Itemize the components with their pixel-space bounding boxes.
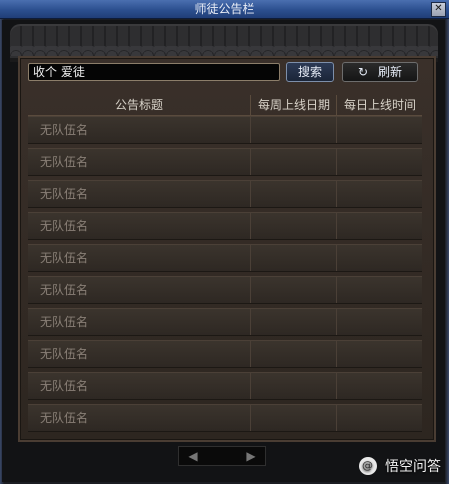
row-weekly-date	[250, 149, 337, 175]
search-button[interactable]: 搜索	[286, 62, 334, 82]
row-daily-time	[336, 405, 423, 431]
row-weekly-date	[250, 277, 337, 303]
row-daily-time	[336, 149, 423, 175]
row-daily-time	[336, 373, 423, 399]
header-weekly-date: 每周上线日期	[250, 95, 337, 115]
table-row[interactable]: 无队伍名	[28, 404, 422, 432]
row-weekly-date	[250, 213, 337, 239]
row-daily-time	[336, 341, 423, 367]
row-title: 无队伍名	[40, 251, 89, 265]
table-row[interactable]: 无队伍名	[28, 148, 422, 176]
roof-tiles	[10, 46, 438, 56]
search-input[interactable]: 收个 爱徒	[28, 63, 280, 81]
refresh-icon: ↻	[358, 65, 369, 79]
row-daily-time	[336, 181, 423, 207]
row-daily-time	[336, 309, 423, 335]
row-weekly-date	[250, 181, 337, 207]
row-title: 无队伍名	[40, 123, 89, 137]
next-page-button[interactable]: ▶	[241, 448, 261, 464]
row-daily-time	[336, 277, 423, 303]
row-daily-time	[336, 245, 423, 271]
row-title: 无队伍名	[40, 219, 89, 233]
table-row[interactable]: 无队伍名	[28, 276, 422, 304]
close-button[interactable]: ✕	[431, 2, 446, 17]
row-title: 无队伍名	[40, 187, 89, 201]
row-weekly-date	[250, 405, 337, 431]
watermark-text: 悟空问答	[385, 459, 441, 475]
table-row[interactable]: 无队伍名	[28, 116, 422, 144]
table-row[interactable]: 无队伍名	[28, 244, 422, 272]
row-title: 无队伍名	[40, 379, 89, 393]
row-weekly-date	[250, 341, 337, 367]
row-title: 无队伍名	[40, 283, 89, 297]
watermark-logo-icon: @	[358, 457, 377, 475]
header-daily-time: 每日上线时间	[336, 95, 423, 115]
row-title: 无队伍名	[40, 155, 89, 169]
row-title: 无队伍名	[40, 315, 89, 329]
prev-page-button[interactable]: ◀	[183, 448, 203, 464]
row-title: 无队伍名	[40, 347, 89, 361]
row-weekly-date	[250, 373, 337, 399]
row-daily-time	[336, 117, 423, 143]
table-row[interactable]: 无队伍名	[28, 212, 422, 240]
refresh-label: 刷新	[377, 65, 402, 79]
table-row[interactable]: 无队伍名	[28, 308, 422, 336]
watermark: @ 悟空问答	[358, 457, 441, 477]
window-titlebar: 师徒公告栏 ✕	[0, 0, 449, 19]
pagination: ◀ ▶	[178, 446, 266, 466]
row-daily-time	[336, 213, 423, 239]
row-title: 无队伍名	[40, 411, 89, 425]
window-title: 师徒公告栏	[194, 2, 255, 16]
refresh-button[interactable]: ↻ 刷新	[342, 62, 418, 82]
table-header: 公告标题 每周上线日期 每日上线时间	[28, 95, 422, 116]
table-row[interactable]: 无队伍名	[28, 340, 422, 368]
table-row[interactable]: 无队伍名	[28, 372, 422, 400]
table-row[interactable]: 无队伍名	[28, 180, 422, 208]
header-title: 公告标题	[114, 98, 163, 112]
row-weekly-date	[250, 117, 337, 143]
row-weekly-date	[250, 245, 337, 271]
row-weekly-date	[250, 309, 337, 335]
